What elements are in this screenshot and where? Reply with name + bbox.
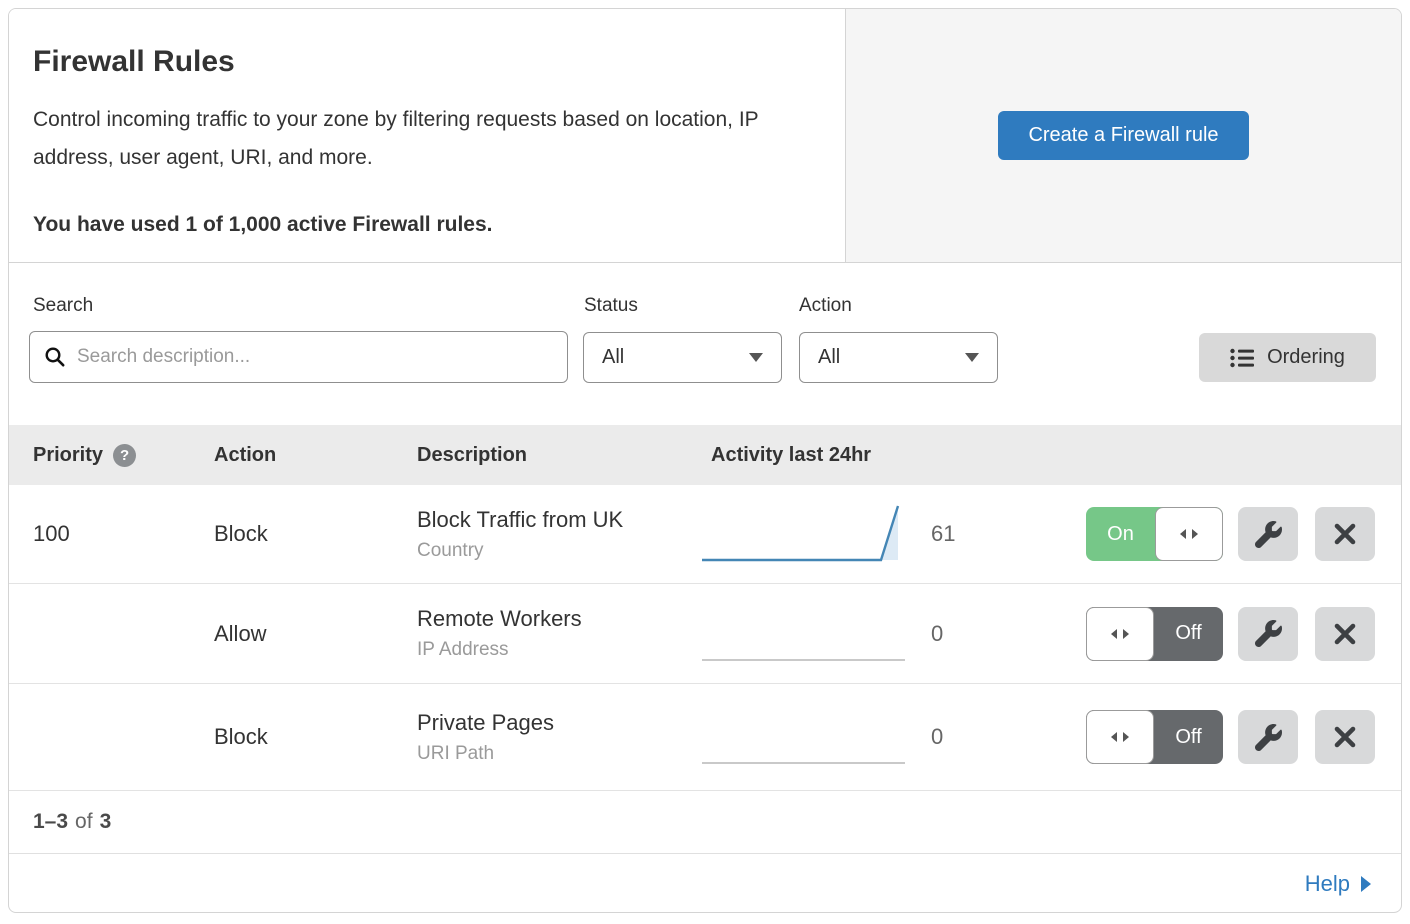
edit-rule-button[interactable] <box>1238 684 1298 790</box>
header-action-panel: Create a Firewall rule <box>845 9 1401 262</box>
activity-count: 61 <box>931 485 955 583</box>
pagination-range: 1–3 <box>33 810 68 834</box>
table-row: Block Private Pages URI Path 0 Off <box>9 683 1401 790</box>
create-firewall-rule-button[interactable]: Create a Firewall rule <box>998 111 1248 160</box>
rule-action: Block <box>214 684 268 790</box>
page-title: Firewall Rules <box>33 45 805 79</box>
close-icon[interactable] <box>1315 710 1375 764</box>
wrench-icon[interactable] <box>1238 507 1298 561</box>
wrench-icon[interactable] <box>1238 710 1298 764</box>
column-header-action: Action <box>214 425 276 485</box>
edit-rule-button[interactable] <box>1238 485 1298 583</box>
rule-toggle[interactable]: Off <box>1086 684 1223 790</box>
rule-description-title[interactable]: Block Traffic from UK <box>417 507 623 533</box>
usage-summary: You have used 1 of 1,000 active Firewall… <box>33 213 805 237</box>
search-box[interactable] <box>29 331 568 383</box>
rule-match-type: URI Path <box>417 743 494 765</box>
delete-rule-button[interactable] <box>1315 684 1375 790</box>
rule-description: Block Traffic from UK Country <box>417 485 623 583</box>
activity-count: 0 <box>931 684 943 790</box>
status-label: Status <box>584 295 638 317</box>
column-header-description: Description <box>417 425 527 485</box>
priority-help-icon[interactable]: ? <box>113 444 136 467</box>
filter-bar: Search Status All Action All Ordering <box>9 263 1401 425</box>
help-link-label: Help <box>1305 871 1350 897</box>
help-bar: Help <box>9 853 1401 913</box>
rule-match-type: IP Address <box>417 639 509 661</box>
column-header-priority: Priority ? <box>33 425 136 485</box>
toggle-handle-icon[interactable] <box>1155 507 1223 561</box>
chevron-down-icon <box>749 353 763 362</box>
rule-description: Remote Workers IP Address <box>417 584 582 683</box>
delete-rule-button[interactable] <box>1315 485 1375 583</box>
rule-toggle[interactable]: On <box>1086 485 1223 583</box>
toggle-state-label: Off <box>1154 607 1223 661</box>
table-row: Allow Remote Workers IP Address 0 Off <box>9 583 1401 683</box>
activity-sparkline <box>701 485 906 583</box>
action-select[interactable]: All <box>799 332 998 383</box>
list-icon <box>1230 348 1254 368</box>
activity-sparkline <box>701 584 906 683</box>
rule-action: Block <box>214 485 268 583</box>
search-icon <box>44 346 66 368</box>
page-description: Control incoming traffic to your zone by… <box>33 101 805 177</box>
close-icon[interactable] <box>1315 607 1375 661</box>
delete-rule-button[interactable] <box>1315 584 1375 683</box>
activity-count: 0 <box>931 584 943 683</box>
search-label: Search <box>33 295 93 317</box>
header-text-panel: Firewall Rules Control incoming traffic … <box>9 9 845 262</box>
activity-sparkline <box>701 684 906 790</box>
toggle-state-label: Off <box>1154 710 1223 764</box>
close-icon[interactable] <box>1315 507 1375 561</box>
chevron-down-icon <box>965 353 979 362</box>
action-label: Action <box>799 295 852 317</box>
pagination-bar: 1–3 of 3 <box>9 790 1401 853</box>
priority-header-label: Priority <box>33 444 103 467</box>
ordering-button[interactable]: Ordering <box>1199 333 1376 382</box>
rule-description: Private Pages URI Path <box>417 684 554 790</box>
toggle-handle-icon[interactable] <box>1086 607 1154 661</box>
firewall-rules-card: Firewall Rules Control incoming traffic … <box>8 8 1402 913</box>
table-header: Priority ? Action Description Activity l… <box>9 425 1401 485</box>
status-selected-value: All <box>602 346 624 369</box>
action-selected-value: All <box>818 346 840 369</box>
rule-toggle[interactable]: Off <box>1086 584 1223 683</box>
rule-priority: 100 <box>33 485 70 583</box>
table-row: 100 Block Block Traffic from UK Country … <box>9 485 1401 583</box>
edit-rule-button[interactable] <box>1238 584 1298 683</box>
rule-description-title[interactable]: Private Pages <box>417 710 554 736</box>
help-link[interactable]: Help <box>1305 871 1371 897</box>
ordering-button-label: Ordering <box>1267 346 1345 369</box>
pagination-of: of <box>75 810 93 834</box>
pagination-total: 3 <box>100 810 112 834</box>
wrench-icon[interactable] <box>1238 607 1298 661</box>
rule-action: Allow <box>214 584 267 683</box>
column-header-activity: Activity last 24hr <box>711 425 871 485</box>
toggle-handle-icon[interactable] <box>1086 710 1154 764</box>
header-section: Firewall Rules Control incoming traffic … <box>9 9 1401 263</box>
status-select[interactable]: All <box>583 332 782 383</box>
rule-match-type: Country <box>417 540 484 562</box>
rule-description-title[interactable]: Remote Workers <box>417 606 582 632</box>
toggle-state-label: On <box>1086 507 1155 561</box>
arrow-right-icon <box>1361 876 1371 892</box>
search-input[interactable] <box>77 346 553 368</box>
